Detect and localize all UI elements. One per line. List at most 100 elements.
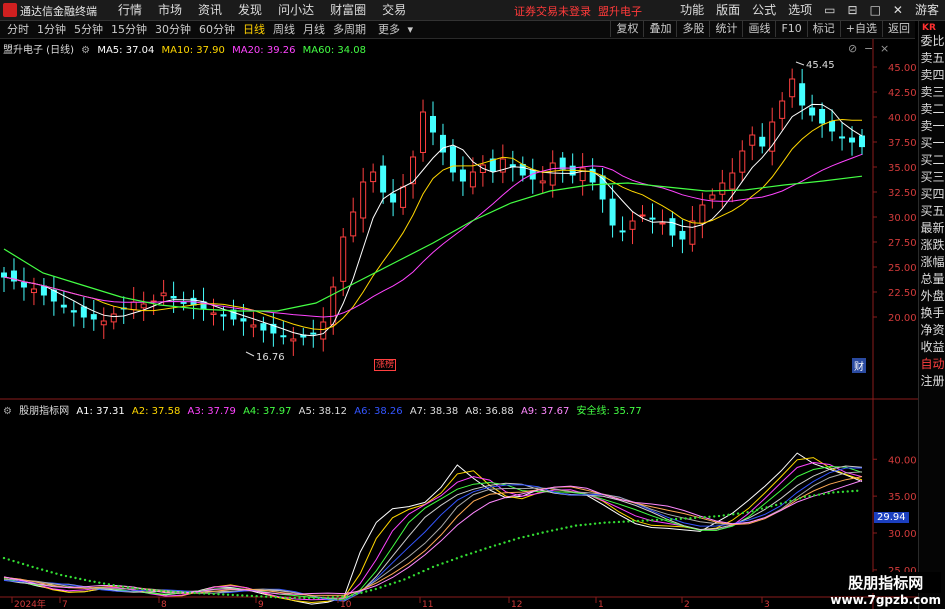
candle-up: [699, 204, 706, 224]
candle-down: [80, 306, 87, 318]
side-item-register[interactable]: 注册: [919, 373, 945, 390]
menu-item-wealth[interactable]: 财富圈: [322, 2, 374, 18]
time-tick-label: 8: [161, 600, 167, 609]
candle-up: [330, 286, 337, 326]
safe-line-dot: [7, 558, 10, 561]
candle-up: [110, 313, 117, 323]
candle-down: [649, 217, 656, 220]
time-tick-label: 2024年: [14, 598, 46, 609]
tab-1min[interactable]: 1分钟: [33, 22, 70, 37]
menu-item-trade[interactable]: 交易: [374, 2, 414, 18]
safe-line-dot: [26, 564, 30, 567]
tab-weekly[interactable]: 周线: [269, 22, 299, 37]
menu-item-news[interactable]: 资讯: [190, 2, 230, 18]
overlay-button[interactable]: 叠加: [643, 21, 676, 37]
safe-line-dot: [398, 579, 401, 583]
side-item-auto[interactable]: 自动: [919, 356, 945, 373]
candle-down: [799, 83, 806, 106]
f10-button[interactable]: F10: [775, 21, 806, 37]
mark-button[interactable]: 标记: [806, 21, 840, 37]
maximize-icon[interactable]: □: [864, 2, 887, 18]
guest-label[interactable]: 游客: [909, 2, 945, 18]
menu-item-market[interactable]: 市场: [150, 2, 190, 18]
safe-line-dot: [684, 517, 687, 520]
indicator-a7-line: [3, 471, 863, 599]
tab-30min[interactable]: 30分钟: [151, 22, 195, 37]
tab-monthly[interactable]: 月线: [299, 22, 329, 37]
safe-line-dot: [612, 520, 616, 524]
indicator-a1-line: [3, 452, 863, 605]
menu-item-quotes[interactable]: 行情: [110, 2, 150, 18]
price-tick-label: 42.50: [888, 88, 917, 99]
price-tick-label: 37.50: [888, 138, 917, 149]
statistics-button[interactable]: 统计: [709, 21, 742, 37]
candle-down: [489, 158, 496, 172]
safe-line-dot: [498, 542, 501, 546]
safe-line-dot: [455, 557, 459, 560]
safe-line-dot: [665, 518, 668, 521]
candle-down: [599, 175, 606, 200]
draw-line-button[interactable]: 画线: [742, 21, 775, 37]
menu-item-formula[interactable]: 公式: [746, 2, 782, 18]
safe-line-dot: [69, 575, 72, 579]
safe-line-dot: [660, 518, 663, 521]
safe-line-dot: [841, 490, 845, 493]
candle-up: [140, 303, 147, 309]
chart-canvas: 45.00 42.50 40.00 37.50 35.00 32.50 30.00 27.50…: [0, 39, 918, 609]
restore-icon[interactable]: ⊟: [842, 2, 864, 18]
safe-line-dot: [527, 534, 530, 538]
safe-line-dot: [732, 512, 735, 516]
indicator-a4-line: [3, 466, 863, 601]
a4-label: A4: 37.97: [243, 406, 292, 417]
minus-icon[interactable]: −: [864, 42, 873, 55]
tab-60min[interactable]: 60分钟: [195, 22, 239, 37]
close-icon[interactable]: ✕: [887, 2, 909, 18]
tab-15min[interactable]: 15分钟: [107, 22, 151, 37]
candle-down: [609, 198, 616, 226]
safe-line-dot: [331, 595, 335, 599]
tab-more[interactable]: 更多 ▾: [370, 22, 417, 37]
tab-5min[interactable]: 5分钟: [70, 22, 107, 37]
tab-timeshare[interactable]: 分时: [3, 22, 33, 37]
candle-up: [719, 182, 726, 195]
safe-line-dot: [102, 582, 106, 585]
candle-down: [240, 318, 247, 322]
minimize-icon[interactable]: ▭: [818, 2, 841, 18]
safe-line-dot: [751, 509, 754, 513]
indicator-settings-icon[interactable]: ⚙: [3, 406, 12, 417]
login-warning[interactable]: 证券交易未登录 盟升电子: [514, 3, 642, 19]
safe-line-dot: [17, 561, 20, 564]
candle-down: [190, 297, 197, 306]
safe-line-dot: [589, 522, 592, 526]
zoom-icon[interactable]: ⊘: [848, 42, 857, 55]
settings-icon[interactable]: ⚙: [81, 45, 90, 56]
add-watchlist-button[interactable]: +自选: [839, 21, 882, 37]
menu-item-ask[interactable]: 问小达: [270, 2, 322, 18]
safe-line-dot: [679, 517, 683, 520]
multi-stock-button[interactable]: 多股: [676, 21, 709, 37]
back-button[interactable]: 返回: [882, 21, 915, 37]
quote-side-panel: KR 委比 卖五 卖四 卖三 卖二 卖一 买一 买二 买三 买四 买五 最新 涨…: [918, 21, 945, 609]
tab-multi-period[interactable]: 多周期: [329, 22, 370, 37]
menu-item-layout[interactable]: 版面: [710, 2, 746, 18]
a7-label: A7: 38.38: [409, 406, 459, 417]
candle-down: [509, 164, 516, 168]
menu-item-options[interactable]: 选项: [782, 2, 818, 18]
safe-line-dot: [388, 583, 392, 586]
tab-daily[interactable]: 日线: [239, 22, 269, 37]
safe-line-dot: [817, 493, 821, 496]
candle-down: [90, 314, 97, 320]
finance-tag[interactable]: 财: [852, 358, 866, 373]
safe-line-dot: [517, 536, 520, 540]
close-panel-icon[interactable]: ×: [880, 42, 889, 55]
restore-rights-button[interactable]: 复权: [610, 21, 643, 37]
candle-down: [439, 134, 446, 153]
safe-line-dot: [241, 594, 244, 597]
safe-line-dot: [136, 587, 139, 590]
safe-line-dot: [560, 527, 563, 530]
menu-item-function[interactable]: 功能: [674, 2, 710, 18]
candle-down: [380, 165, 387, 193]
ma60-label: MA60: 34.08: [302, 45, 367, 56]
menu-item-discover[interactable]: 发现: [230, 2, 270, 18]
side-item-sell4: 卖四: [920, 68, 945, 82]
